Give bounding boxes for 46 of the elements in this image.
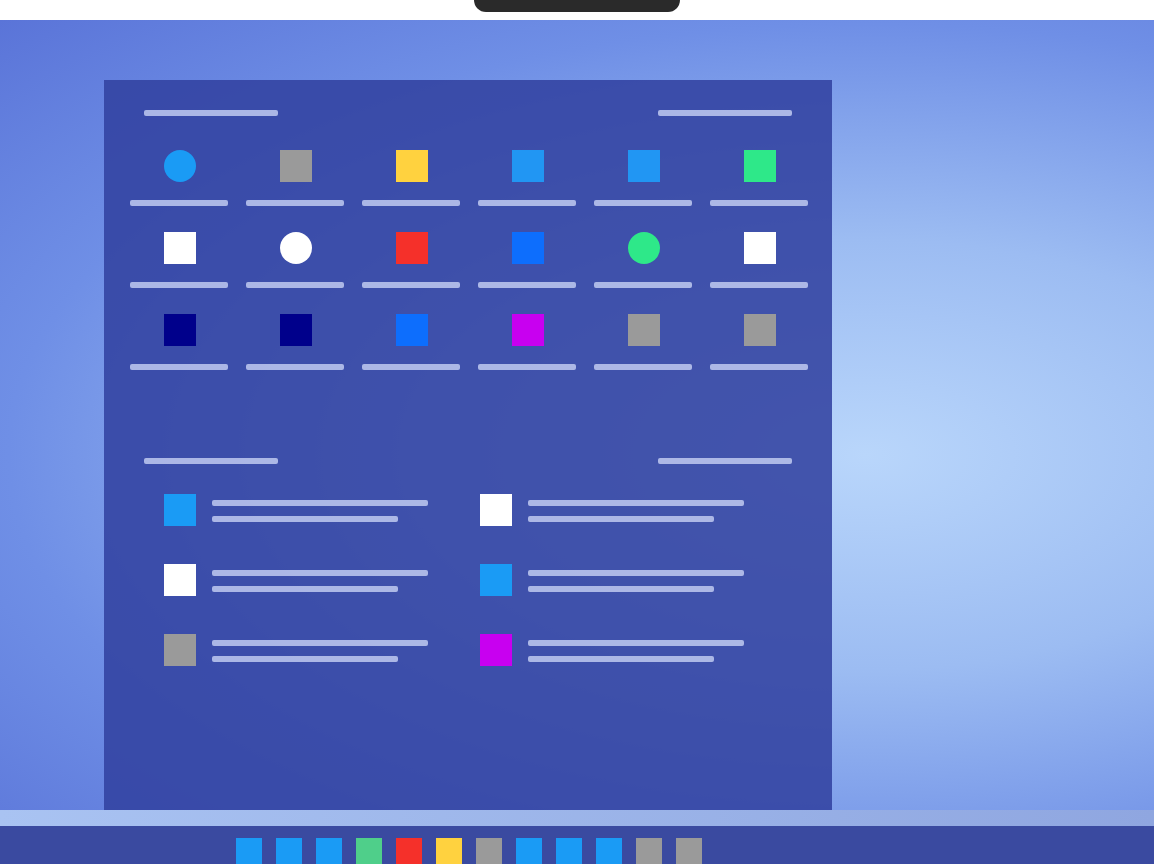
app-icon[interactable] <box>279 232 311 264</box>
file-icon[interactable] <box>480 494 512 526</box>
label-placeholder <box>594 364 692 370</box>
heading-placeholder <box>144 457 278 463</box>
file-icon[interactable] <box>164 634 196 666</box>
label-placeholder <box>478 200 576 206</box>
label-placeholder <box>710 364 808 370</box>
link-placeholder[interactable] <box>658 457 792 463</box>
label-placeholder <box>594 282 692 288</box>
taskbar-app-icon[interactable] <box>316 838 342 864</box>
label-placeholder <box>362 364 460 370</box>
label-placeholder <box>362 200 460 206</box>
label-placeholder <box>710 200 808 206</box>
taskbar-app-icon[interactable] <box>556 838 582 864</box>
taskbar-app-icon[interactable] <box>676 838 702 864</box>
taskbar-app-icon[interactable] <box>516 838 542 864</box>
label-placeholder <box>710 282 808 288</box>
taskbar-app-icon[interactable] <box>636 838 662 864</box>
file-icon[interactable] <box>164 494 196 526</box>
file-icon[interactable] <box>480 634 512 666</box>
label-placeholder <box>594 200 692 206</box>
label-placeholder <box>130 364 228 370</box>
file-icon[interactable] <box>164 564 196 596</box>
taskbar-app-icon[interactable] <box>596 838 622 864</box>
label-placeholder <box>478 282 576 288</box>
taskbar-app-icon[interactable] <box>356 838 382 864</box>
link-placeholder[interactable] <box>658 109 792 115</box>
app-icon[interactable] <box>163 232 195 264</box>
label-placeholder <box>130 282 228 288</box>
taskbar-app-icon[interactable] <box>276 838 302 864</box>
label-placeholder <box>362 282 460 288</box>
file-icon[interactable] <box>480 564 512 596</box>
label-placeholder <box>246 200 344 206</box>
taskbar-app-icon[interactable] <box>236 838 262 864</box>
taskbar-app-icon[interactable] <box>396 838 422 864</box>
label-placeholder <box>246 282 344 288</box>
taskbar-app-icon[interactable] <box>476 838 502 864</box>
app-icon[interactable] <box>627 232 659 264</box>
label-placeholder <box>478 364 576 370</box>
app-icon[interactable] <box>743 150 775 182</box>
taskbar-app-icon[interactable] <box>436 838 462 864</box>
app-icon[interactable] <box>395 150 427 182</box>
app-icon[interactable] <box>743 232 775 264</box>
label-placeholder <box>246 364 344 370</box>
label-placeholder <box>130 200 228 206</box>
heading-placeholder <box>144 109 278 115</box>
